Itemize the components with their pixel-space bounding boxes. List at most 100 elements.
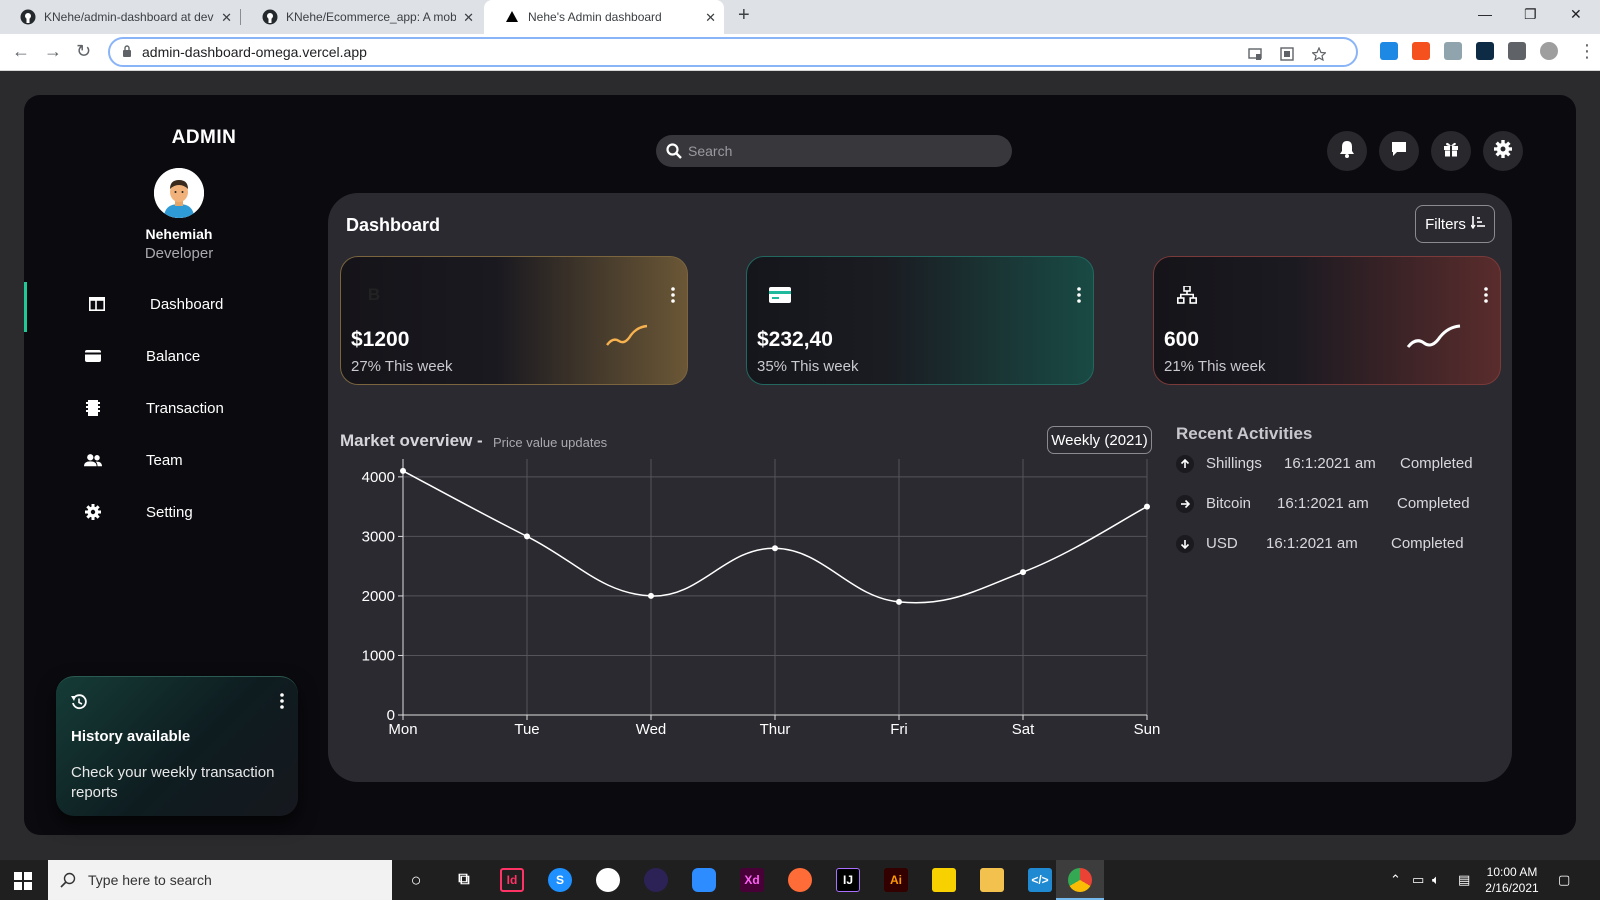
tab-title: KNehe/Ecommerce_app: A mobil [286, 10, 456, 24]
credit-card-icon [757, 269, 803, 321]
postman-icon[interactable] [788, 868, 812, 892]
task-view-icon[interactable]: ⧉ [452, 868, 476, 892]
sidebar-item-dashboard[interactable]: Dashboard [88, 289, 223, 319]
tray-chevron-icon[interactable]: ⌃ [1390, 872, 1401, 888]
activity-row[interactable]: Shillings 16:1:2021 am Completed [1176, 453, 1496, 477]
vscode-icon[interactable]: </> [1028, 868, 1052, 892]
wallet-icon [84, 347, 102, 365]
tab-title: Nehe's Admin dashboard [528, 10, 662, 24]
adobe-xd-icon[interactable]: Xd [740, 868, 764, 892]
restore-icon[interactable]: ❐ [1524, 6, 1537, 23]
tab-close-icon[interactable]: ✕ [463, 10, 474, 26]
browser-tab-active[interactable]: Nehe's Admin dashboard ✕ [484, 0, 724, 34]
search-bar[interactable] [656, 135, 1012, 167]
new-tab-icon[interactable]: + [738, 4, 750, 27]
more-options-icon[interactable] [1484, 287, 1488, 308]
notifications-center-icon[interactable]: ▢ [1558, 872, 1570, 888]
sidebar-item-label: Team [146, 451, 183, 469]
admin-app: ADMIN Nehemiah Developer Dashboard Balan… [24, 95, 1576, 835]
activity-row[interactable]: USD 16:1:2021 am Completed [1176, 533, 1496, 557]
intellij-icon[interactable]: IJ [836, 868, 860, 892]
cortana-icon[interactable]: ○ [404, 868, 428, 892]
volume-icon[interactable]: 🔈︎ [1432, 872, 1440, 888]
address-bar[interactable]: admin-dashboard-omega.vercel.app [108, 37, 1358, 67]
chart-data-point [648, 592, 654, 599]
skype-icon[interactable]: S [548, 868, 572, 892]
stat-card[interactable]: 600 21% This week [1153, 256, 1501, 385]
browser-tab[interactable]: KNehe/Ecommerce_app: A mobil ✕ [242, 0, 482, 34]
sidebar-item-balance[interactable]: Balance [84, 341, 200, 371]
menu-kebab-icon[interactable]: ⋮ [1578, 41, 1596, 62]
forward-icon[interactable]: → [44, 41, 62, 62]
illustrator-icon[interactable]: Ai [884, 868, 908, 892]
settings-button[interactable] [1483, 131, 1523, 171]
chrome-icon[interactable] [1068, 868, 1092, 892]
extension-icon[interactable] [1444, 42, 1462, 60]
sidebar-item-setting[interactable]: Setting [84, 497, 193, 527]
receipt-icon [84, 399, 102, 417]
stat-card[interactable]: $232,40 35% This week [746, 256, 1094, 385]
notifications-button[interactable] [1327, 131, 1367, 171]
eclipse-icon[interactable] [644, 868, 668, 892]
history-title: History available [71, 728, 191, 745]
file-explorer-icon[interactable] [980, 868, 1004, 892]
card-change: 27% This week [351, 358, 453, 375]
market-title-text: Market overview [340, 431, 473, 450]
github-icon [20, 9, 36, 25]
gifts-button[interactable] [1431, 131, 1471, 171]
extension-icon[interactable] [1412, 42, 1430, 60]
indesign-icon[interactable]: Id [500, 868, 524, 892]
filters-button[interactable]: Filters [1415, 205, 1495, 243]
clock-date: 2/16/2021 [1485, 881, 1539, 895]
bitcoin-icon: B [351, 269, 397, 321]
minimize-icon[interactable]: — [1478, 6, 1492, 22]
profile-avatar-icon[interactable] [1540, 42, 1558, 60]
cast-icon[interactable] [1248, 47, 1262, 61]
chart-x-tick-label: Wed [636, 721, 667, 738]
stat-card[interactable]: B $1200 27% This week [340, 256, 688, 385]
network-tray-icon[interactable]: ▤ [1458, 872, 1470, 888]
arrow-up-icon [1176, 455, 1194, 473]
sidebar-item-team[interactable]: Team [84, 445, 183, 475]
activity-row[interactable]: Bitcoin 16:1:2021 am Completed [1176, 493, 1496, 517]
market-overview-title: Market overview - [340, 431, 483, 451]
bookmark-star-icon[interactable] [1312, 47, 1326, 61]
trend-up-icon [1406, 323, 1462, 356]
windows-taskbar: Type here to search ○ ⧉ Id S Xd IJ Ai </… [0, 860, 1600, 900]
search-input[interactable] [688, 141, 988, 161]
browser-tab[interactable]: KNehe/admin-dashboard at deve ✕ [0, 0, 240, 34]
messages-button[interactable] [1379, 131, 1419, 171]
github-icon [262, 9, 278, 25]
sidebar-item-transaction[interactable]: Transaction [84, 393, 224, 423]
zoom-icon[interactable] [692, 868, 716, 892]
close-window-icon[interactable]: ✕ [1570, 6, 1582, 23]
more-options-icon[interactable] [280, 693, 284, 714]
card-value: 600 [1164, 328, 1200, 351]
back-icon[interactable]: ← [12, 41, 30, 62]
puzzle-icon[interactable] [1508, 42, 1526, 60]
qr-icon[interactable] [1280, 47, 1294, 61]
battery-icon[interactable]: ▭ [1412, 872, 1424, 888]
extension-icon[interactable] [1380, 42, 1398, 60]
taskbar-clock[interactable]: 10:00 AM 2/16/2021 [1480, 864, 1544, 896]
tab-close-icon[interactable]: ✕ [705, 10, 716, 26]
url-text: admin-dashboard-omega.vercel.app [142, 44, 367, 60]
lock-icon [123, 45, 131, 57]
browser-toolbar: ← → ↻ admin-dashboard-omega.vercel.app ⋮ [0, 34, 1600, 71]
react-devtools-icon[interactable] [1476, 42, 1494, 60]
title-separator: - [477, 431, 483, 450]
taskbar-search[interactable]: Type here to search [48, 860, 392, 900]
period-selector[interactable]: Weekly (2021) [1047, 426, 1152, 454]
slack-icon[interactable] [596, 868, 620, 892]
chart-x-tick-label: Sun [1134, 721, 1161, 738]
reload-icon[interactable]: ↻ [76, 41, 91, 62]
history-card[interactable]: History available Check your weekly tran… [56, 676, 298, 816]
activity-name: Bitcoin [1206, 495, 1252, 512]
more-options-icon[interactable] [1077, 287, 1081, 308]
windows-start-icon[interactable] [14, 872, 32, 890]
more-options-icon[interactable] [671, 287, 675, 308]
card-change: 21% This week [1164, 358, 1266, 375]
tab-close-icon[interactable]: ✕ [221, 10, 232, 26]
taskbar-search-placeholder: Type here to search [88, 872, 212, 888]
sticky-notes-icon[interactable] [932, 868, 956, 892]
